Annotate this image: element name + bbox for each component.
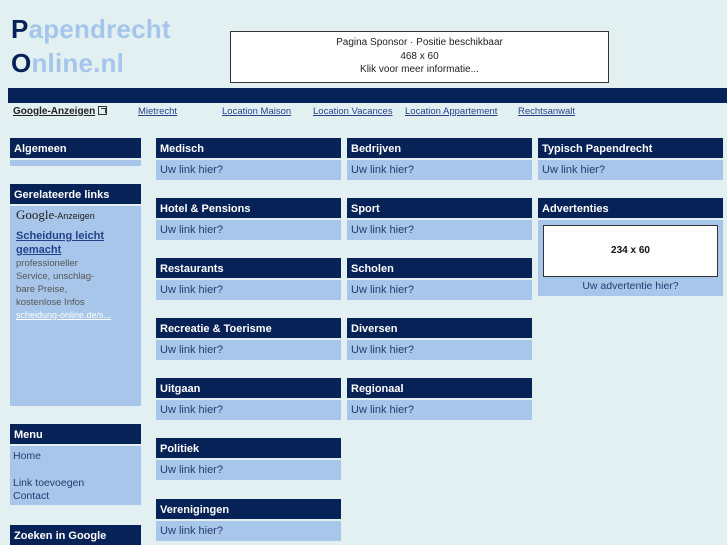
ad-title-line2: gemacht: [16, 244, 62, 256]
category-title: Hotel & Pensions: [156, 198, 341, 220]
google-ads-suffix: -Anzeigen: [54, 211, 95, 221]
google-ads-header[interactable]: Google-Anzeigen: [16, 208, 135, 223]
category-title: Bedrijven: [347, 138, 532, 160]
ad-link-location-appartement[interactable]: Location Appartement: [405, 106, 497, 117]
ad-links-bar: Google-Anzeigen Mietrecht Location Maiso…: [0, 106, 727, 120]
category-link[interactable]: Uw link hier?: [156, 220, 341, 240]
ad-link-rechtsanwalt[interactable]: Rechtsanwalt: [518, 106, 575, 117]
category-link[interactable]: Uw link hier?: [156, 460, 341, 480]
category-politiek: Politiek Uw link hier?: [156, 438, 341, 480]
category-title: Recreatie & Toerisme: [156, 318, 341, 340]
sidebar-menu-title: Menu: [10, 424, 141, 446]
category-title: Medisch: [156, 138, 341, 160]
sidebar-gerelateerde-title: Gerelateerde links: [10, 184, 141, 206]
category-link[interactable]: Uw link hier?: [538, 160, 723, 180]
category-link[interactable]: Uw link hier?: [156, 400, 341, 420]
google-ads-link[interactable]: Google-Anzeigen: [13, 106, 108, 117]
sidebar-algemeen-title: Algemeen: [10, 138, 141, 160]
category-title: Scholen: [347, 258, 532, 280]
ad-text-line: kostenlose Infos: [16, 297, 85, 308]
category-title: Politiek: [156, 438, 341, 460]
category-diversen: Diversen Uw link hier?: [347, 318, 532, 360]
nav-bar: [8, 88, 727, 103]
category-hotel-pensions: Hotel & Pensions Uw link hier?: [156, 198, 341, 240]
logo-text-line2: nline.nl: [31, 48, 125, 78]
category-verenigingen: Verenigingen Uw link hier?: [156, 499, 341, 541]
category-link[interactable]: Uw link hier?: [347, 340, 532, 360]
ad-title-link[interactable]: Scheidung leicht gemacht: [16, 229, 135, 257]
category-title: Typisch Papendrecht: [538, 138, 723, 160]
site-logo[interactable]: Papendrecht Online.nl: [11, 12, 171, 80]
logo-initial-o: O: [11, 48, 32, 78]
logo-initial-p: P: [11, 14, 29, 44]
category-link[interactable]: Uw link hier?: [156, 340, 341, 360]
external-link-icon: [98, 106, 108, 115]
category-title: Verenigingen: [156, 499, 341, 521]
ad-text-line: Service, unschlag-: [16, 271, 95, 282]
ad-text-line: professioneller: [16, 258, 78, 269]
ad-link-location-maison[interactable]: Location Maison: [222, 106, 291, 117]
ad-url-link[interactable]: scheidung-online.de/s...: [16, 309, 135, 321]
sponsor-size: 468 x 60: [400, 50, 439, 62]
category-link[interactable]: Uw link hier?: [156, 280, 341, 300]
category-title: Uitgaan: [156, 378, 341, 400]
sidebar-menu-body: Home Link toevoegen Contact: [10, 446, 141, 505]
sidebar-gerelateerde-links: Gerelateerde links Google-Anzeigen Schei…: [10, 184, 141, 406]
menu-item-home[interactable]: Home: [13, 450, 138, 464]
category-scholen: Scholen Uw link hier?: [347, 258, 532, 300]
category-link[interactable]: Uw link hier?: [347, 220, 532, 240]
category-sport: Sport Uw link hier?: [347, 198, 532, 240]
ad-title-line1: Scheidung leicht: [16, 230, 105, 242]
category-link[interactable]: Uw link hier?: [347, 280, 532, 300]
logo-text-line1: apendrecht: [28, 14, 171, 44]
sponsor-title: Pagina Sponsor · Positie beschikbaar: [336, 37, 503, 48]
category-typisch-papendrecht: Typisch Papendrecht Uw link hier?: [538, 138, 723, 180]
menu-item-link-toevoegen[interactable]: Link toevoegen: [13, 477, 138, 491]
sidebar-zoeken: Zoeken in Google: [10, 525, 141, 545]
sponsor-info-link: Klik voor meer informatie...: [360, 64, 479, 75]
advertentie-link[interactable]: Uw advertentie hier?: [542, 279, 719, 293]
category-title: Diversen: [347, 318, 532, 340]
google-ad-block: Google-Anzeigen Scheidung leicht gemacht …: [10, 206, 141, 406]
category-link[interactable]: Uw link hier?: [156, 521, 341, 541]
category-medisch: Medisch Uw link hier?: [156, 138, 341, 180]
category-recreatie-toerisme: Recreatie & Toerisme Uw link hier?: [156, 318, 341, 360]
ad-banner-234x60[interactable]: 234 x 60: [543, 225, 718, 277]
sidebar-menu: Menu Home Link toevoegen Contact: [10, 424, 141, 505]
advertenties-body: 234 x 60 Uw advertentie hier?: [538, 220, 723, 296]
ad-text-line: bare Preise,: [16, 284, 68, 295]
advertenties-box: Advertenties 234 x 60 Uw advertentie hie…: [538, 198, 723, 296]
category-link[interactable]: Uw link hier?: [347, 160, 532, 180]
sponsor-banner[interactable]: Pagina Sponsor · Positie beschikbaar 468…: [230, 31, 609, 83]
google-ads-label: Google-Anzeigen: [13, 106, 96, 117]
sidebar-zoeken-title: Zoeken in Google: [10, 525, 141, 545]
category-restaurants: Restaurants Uw link hier?: [156, 258, 341, 300]
ad-link-mietrecht[interactable]: Mietrecht: [138, 106, 177, 117]
category-regionaal: Regionaal Uw link hier?: [347, 378, 532, 420]
category-title: Restaurants: [156, 258, 341, 280]
category-title: Regionaal: [347, 378, 532, 400]
sidebar-algemeen-body: [10, 160, 141, 166]
advertenties-title: Advertenties: [538, 198, 723, 220]
sidebar-algemeen: Algemeen: [10, 138, 141, 166]
category-link[interactable]: Uw link hier?: [156, 160, 341, 180]
category-title: Sport: [347, 198, 532, 220]
category-uitgaan: Uitgaan Uw link hier?: [156, 378, 341, 420]
google-logo: Google: [16, 207, 55, 222]
ad-description: professioneller Service, unschlag- bare …: [16, 257, 135, 309]
category-link[interactable]: Uw link hier?: [347, 400, 532, 420]
ad-link-location-vacances[interactable]: Location Vacances: [313, 106, 393, 117]
category-bedrijven: Bedrijven Uw link hier?: [347, 138, 532, 180]
menu-item-contact[interactable]: Contact: [13, 490, 138, 504]
